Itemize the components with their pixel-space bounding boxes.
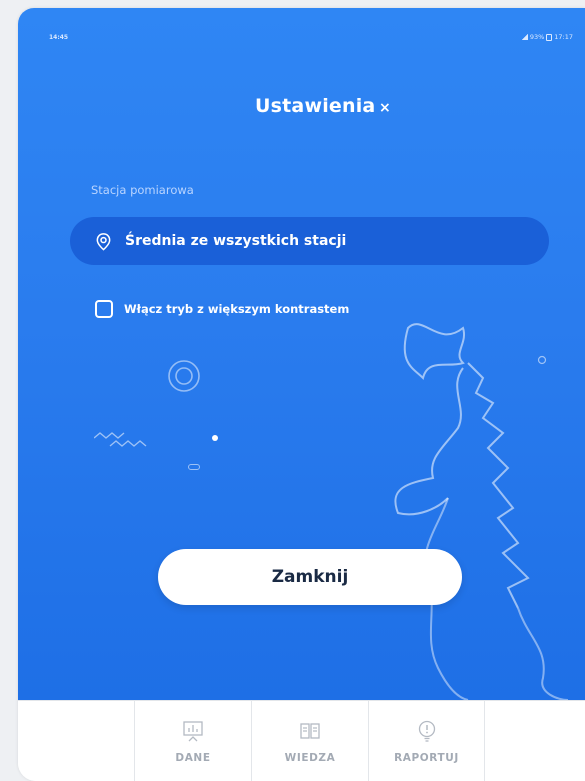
nav-item-dane[interactable]: DANE bbox=[134, 701, 251, 781]
station-section-label: Stacja pomiarowa bbox=[91, 183, 194, 197]
status-clock: 17:17 bbox=[554, 33, 573, 41]
nav-item-raportuj[interactable]: RAPORTUJ bbox=[368, 701, 485, 781]
nav-label-wiedza: WIEDZA bbox=[284, 751, 336, 764]
close-icon[interactable]: × bbox=[379, 100, 391, 116]
station-select[interactable]: Średnia ze wszystkich stacji bbox=[70, 217, 549, 265]
alert-bulb-icon bbox=[418, 720, 435, 742]
page-title: Ustawienia bbox=[255, 95, 376, 117]
dot-decoration bbox=[212, 435, 218, 441]
zigzag-decoration bbox=[94, 432, 147, 447]
dragon-illustration bbox=[394, 323, 569, 700]
status-indicators: 93% 17:17 bbox=[521, 33, 573, 41]
battery-icon bbox=[546, 33, 553, 41]
battery-percent: 93% bbox=[529, 33, 545, 41]
settings-screen: 14:45 93% 17:17 Ustawienia × Stacja pomi… bbox=[18, 8, 585, 700]
tablet-frame: 14:45 93% 17:17 Ustawienia × Stacja pomi… bbox=[18, 8, 585, 781]
nav-label-dane: DANE bbox=[175, 751, 211, 764]
signal-icon bbox=[521, 34, 528, 40]
chart-icon bbox=[183, 720, 203, 741]
pill-decoration bbox=[188, 464, 200, 470]
bottom-nav: DANE WIEDZA RAPORTUJ bbox=[18, 700, 585, 781]
close-button[interactable]: Zamknij bbox=[158, 549, 462, 605]
nav-item-wiedza[interactable]: WIEDZA bbox=[251, 701, 368, 781]
target-rings-icon bbox=[168, 360, 200, 392]
contrast-toggle[interactable]: Włącz tryb z większym kontrastem bbox=[95, 300, 349, 318]
contrast-checkbox[interactable] bbox=[95, 300, 113, 318]
location-pin-icon bbox=[96, 232, 111, 251]
contrast-label: Włącz tryb z większym kontrastem bbox=[124, 302, 350, 316]
station-value: Średnia ze wszystkich stacji bbox=[125, 233, 347, 249]
book-icon bbox=[300, 722, 320, 739]
status-time: 14:45 bbox=[49, 34, 69, 41]
nav-label-raportuj: RAPORTUJ bbox=[394, 751, 459, 764]
